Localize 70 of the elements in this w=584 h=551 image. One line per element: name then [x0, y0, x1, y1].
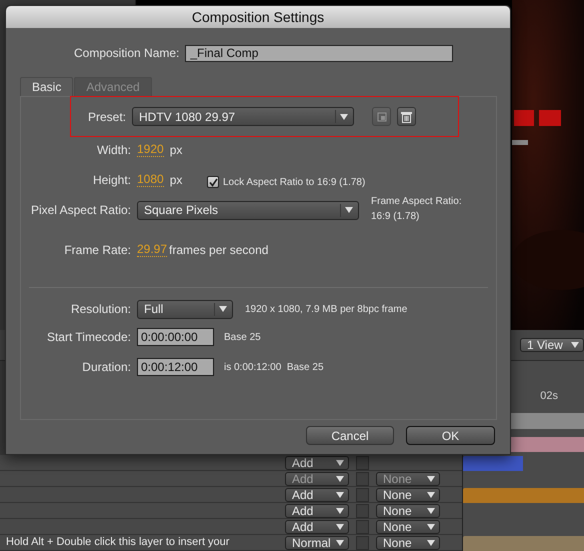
toggle-box[interactable]	[356, 472, 369, 486]
toggle-box[interactable]	[356, 456, 369, 470]
layer-hint: Hold Alt + Double click this layer to insert your	[5, 536, 230, 549]
view-dropdown[interactable]: 1 View	[520, 338, 584, 352]
track-matte-dropdown[interactable]: None	[376, 536, 440, 550]
field-label: Frame Rate:	[63, 243, 131, 257]
dropdown[interactable]: Full	[137, 300, 233, 318]
layer-bar[interactable]	[463, 536, 584, 550]
timecode-info: Base 25	[224, 330, 261, 344]
layer-bar[interactable]	[463, 488, 584, 502]
checkbox[interactable]	[207, 176, 219, 188]
toggle-box[interactable]	[356, 504, 369, 518]
frame-aspect-value: 16:9 (1.78)	[371, 210, 420, 224]
caret-icon	[219, 306, 227, 312]
caret-icon	[571, 342, 579, 348]
caret-icon	[336, 508, 344, 514]
ok-button[interactable]: OK	[406, 426, 495, 445]
layer-bar[interactable]	[463, 456, 523, 470]
field-label: Preset:	[86, 110, 126, 124]
caret-icon	[427, 476, 435, 482]
mode-dropdown[interactable]: Normal	[285, 536, 349, 550]
caret-icon	[427, 524, 435, 530]
delete-preset-button[interactable]	[397, 107, 416, 126]
duration-field[interactable]: 0:00:12:00	[137, 358, 214, 376]
frame-aspect-label: Frame Aspect Ratio:	[371, 195, 462, 209]
mode-dropdown[interactable]: Add	[285, 456, 349, 470]
mode-dropdown[interactable]: Add	[285, 488, 349, 502]
field-label: Width:	[96, 143, 131, 157]
toggle-box[interactable]	[356, 536, 369, 550]
field-label: Start Timecode:	[46, 330, 131, 344]
caret-icon	[427, 492, 435, 498]
check-icon	[208, 178, 218, 186]
caret-icon	[336, 540, 344, 546]
timecode-field[interactable]: 0:00:00:00	[137, 328, 214, 346]
toggle-box[interactable]	[356, 488, 369, 502]
save-icon	[376, 112, 386, 122]
caret-icon	[340, 114, 348, 120]
caret-icon	[336, 460, 344, 466]
dropdown[interactable]: HDTV 1080 29.97	[132, 107, 354, 126]
track-matte-dropdown[interactable]: None	[376, 488, 440, 502]
duration-info: is 0:00:12:00 Base 25	[224, 360, 324, 374]
checkbox-label: Lock Aspect Ratio to 16:9 (1.78)	[223, 176, 366, 190]
cancel-button[interactable]: Cancel	[306, 426, 394, 445]
field-label: Height:	[92, 173, 131, 187]
caret-icon	[345, 207, 353, 213]
track-matte-dropdown[interactable]: None	[376, 504, 440, 518]
unit-label: frames per second	[169, 243, 268, 257]
field-label: Duration:	[81, 360, 131, 374]
caret-icon	[427, 540, 435, 546]
field-label: Composition Name:	[74, 46, 180, 60]
field-label: Pixel Aspect Ratio:	[30, 203, 131, 217]
name-field[interactable]: _Final Comp	[185, 44, 454, 62]
dropdown[interactable]: Square Pixels	[137, 200, 359, 220]
mode-dropdown[interactable]: Add	[285, 504, 349, 518]
unit-label: px	[170, 143, 182, 157]
caret-icon	[336, 476, 344, 482]
tab[interactable]: Basic	[20, 77, 74, 97]
track-matte-dropdown[interactable]: None	[376, 520, 440, 534]
unit-label: px	[170, 173, 182, 187]
resolution-info: 1920 x 1080, 7.9 MB per 8bpc frame	[245, 302, 408, 316]
mode-dropdown[interactable]: Add	[285, 520, 349, 534]
caret-icon	[336, 492, 344, 498]
time-marker: 02s	[540, 390, 558, 404]
caret-icon	[427, 508, 435, 514]
window-title: Composition Settings	[192, 9, 324, 25]
field-label: Resolution:	[70, 302, 131, 316]
trash-icon	[401, 110, 412, 122]
toggle-box[interactable]	[356, 520, 369, 534]
caret-icon	[336, 524, 344, 530]
save-preset-button[interactable]	[372, 107, 391, 126]
